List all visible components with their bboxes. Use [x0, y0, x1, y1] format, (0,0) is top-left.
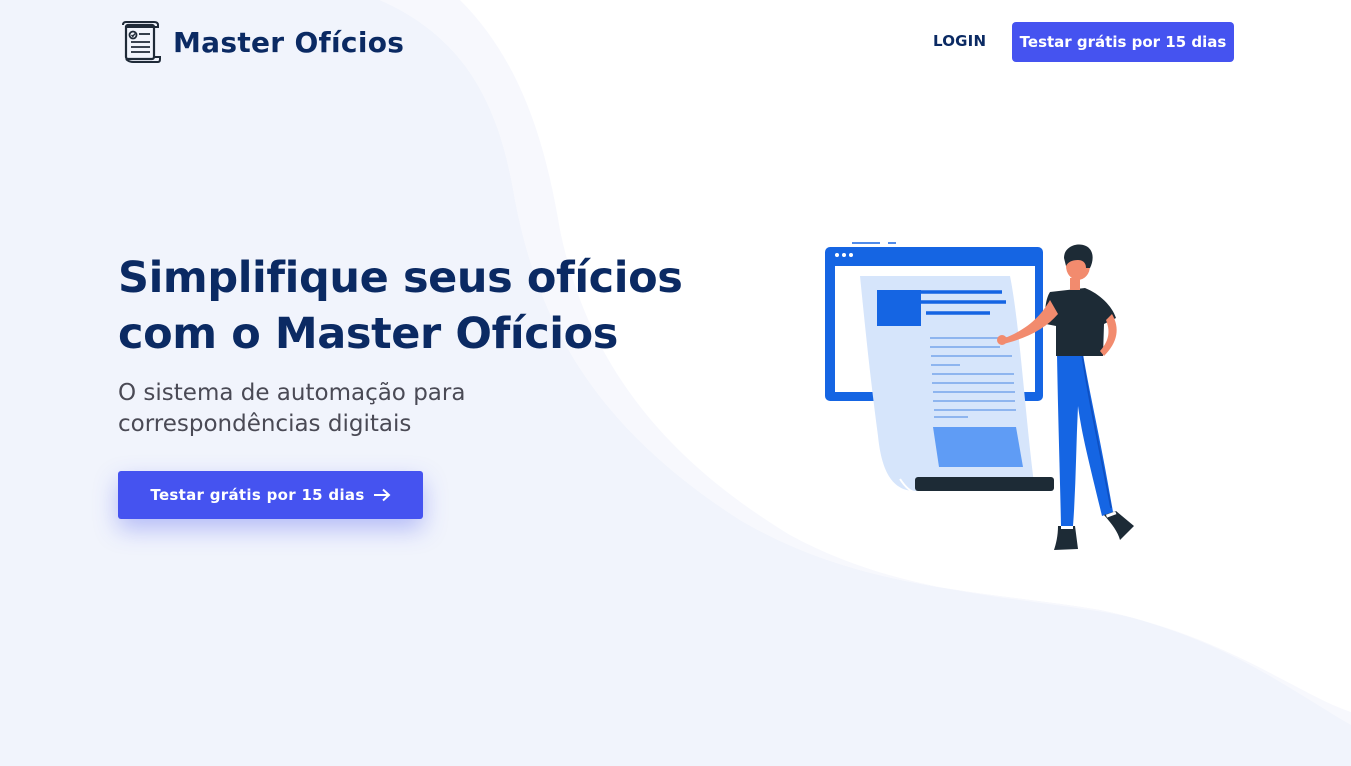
hero-trial-button[interactable]: Testar grátis por 15 dias — [118, 471, 423, 519]
hero-title: Simplifique seus ofícios com o Master Of… — [118, 250, 718, 362]
site-header: Master Ofícios LOGIN Testar grátis por 1… — [0, 0, 1351, 84]
person-with-document-illustration — [825, 242, 1134, 550]
arrow-right-icon — [373, 488, 391, 502]
hero-title-line-1: Simplifique seus ofícios — [118, 253, 683, 303]
document-scroll-icon — [122, 21, 161, 63]
hero-section: Simplifique seus ofícios com o Master Of… — [118, 250, 718, 440]
login-link[interactable]: LOGIN — [933, 32, 986, 50]
hero-subtitle-line-2: correspondências digitais — [118, 411, 412, 437]
hero-trial-button-label: Testar grátis por 15 dias — [150, 486, 365, 504]
brand-logo-link[interactable]: Master Ofícios — [121, 20, 404, 64]
hero-subtitle-line-1: O sistema de automação para — [118, 380, 466, 406]
brand-name: Master Ofícios — [173, 25, 405, 59]
header-trial-button[interactable]: Testar grátis por 15 dias — [1012, 22, 1234, 62]
hero-subtitle: O sistema de automação para correspondên… — [118, 378, 538, 440]
hero-title-line-2: com o Master Ofícios — [118, 309, 618, 359]
